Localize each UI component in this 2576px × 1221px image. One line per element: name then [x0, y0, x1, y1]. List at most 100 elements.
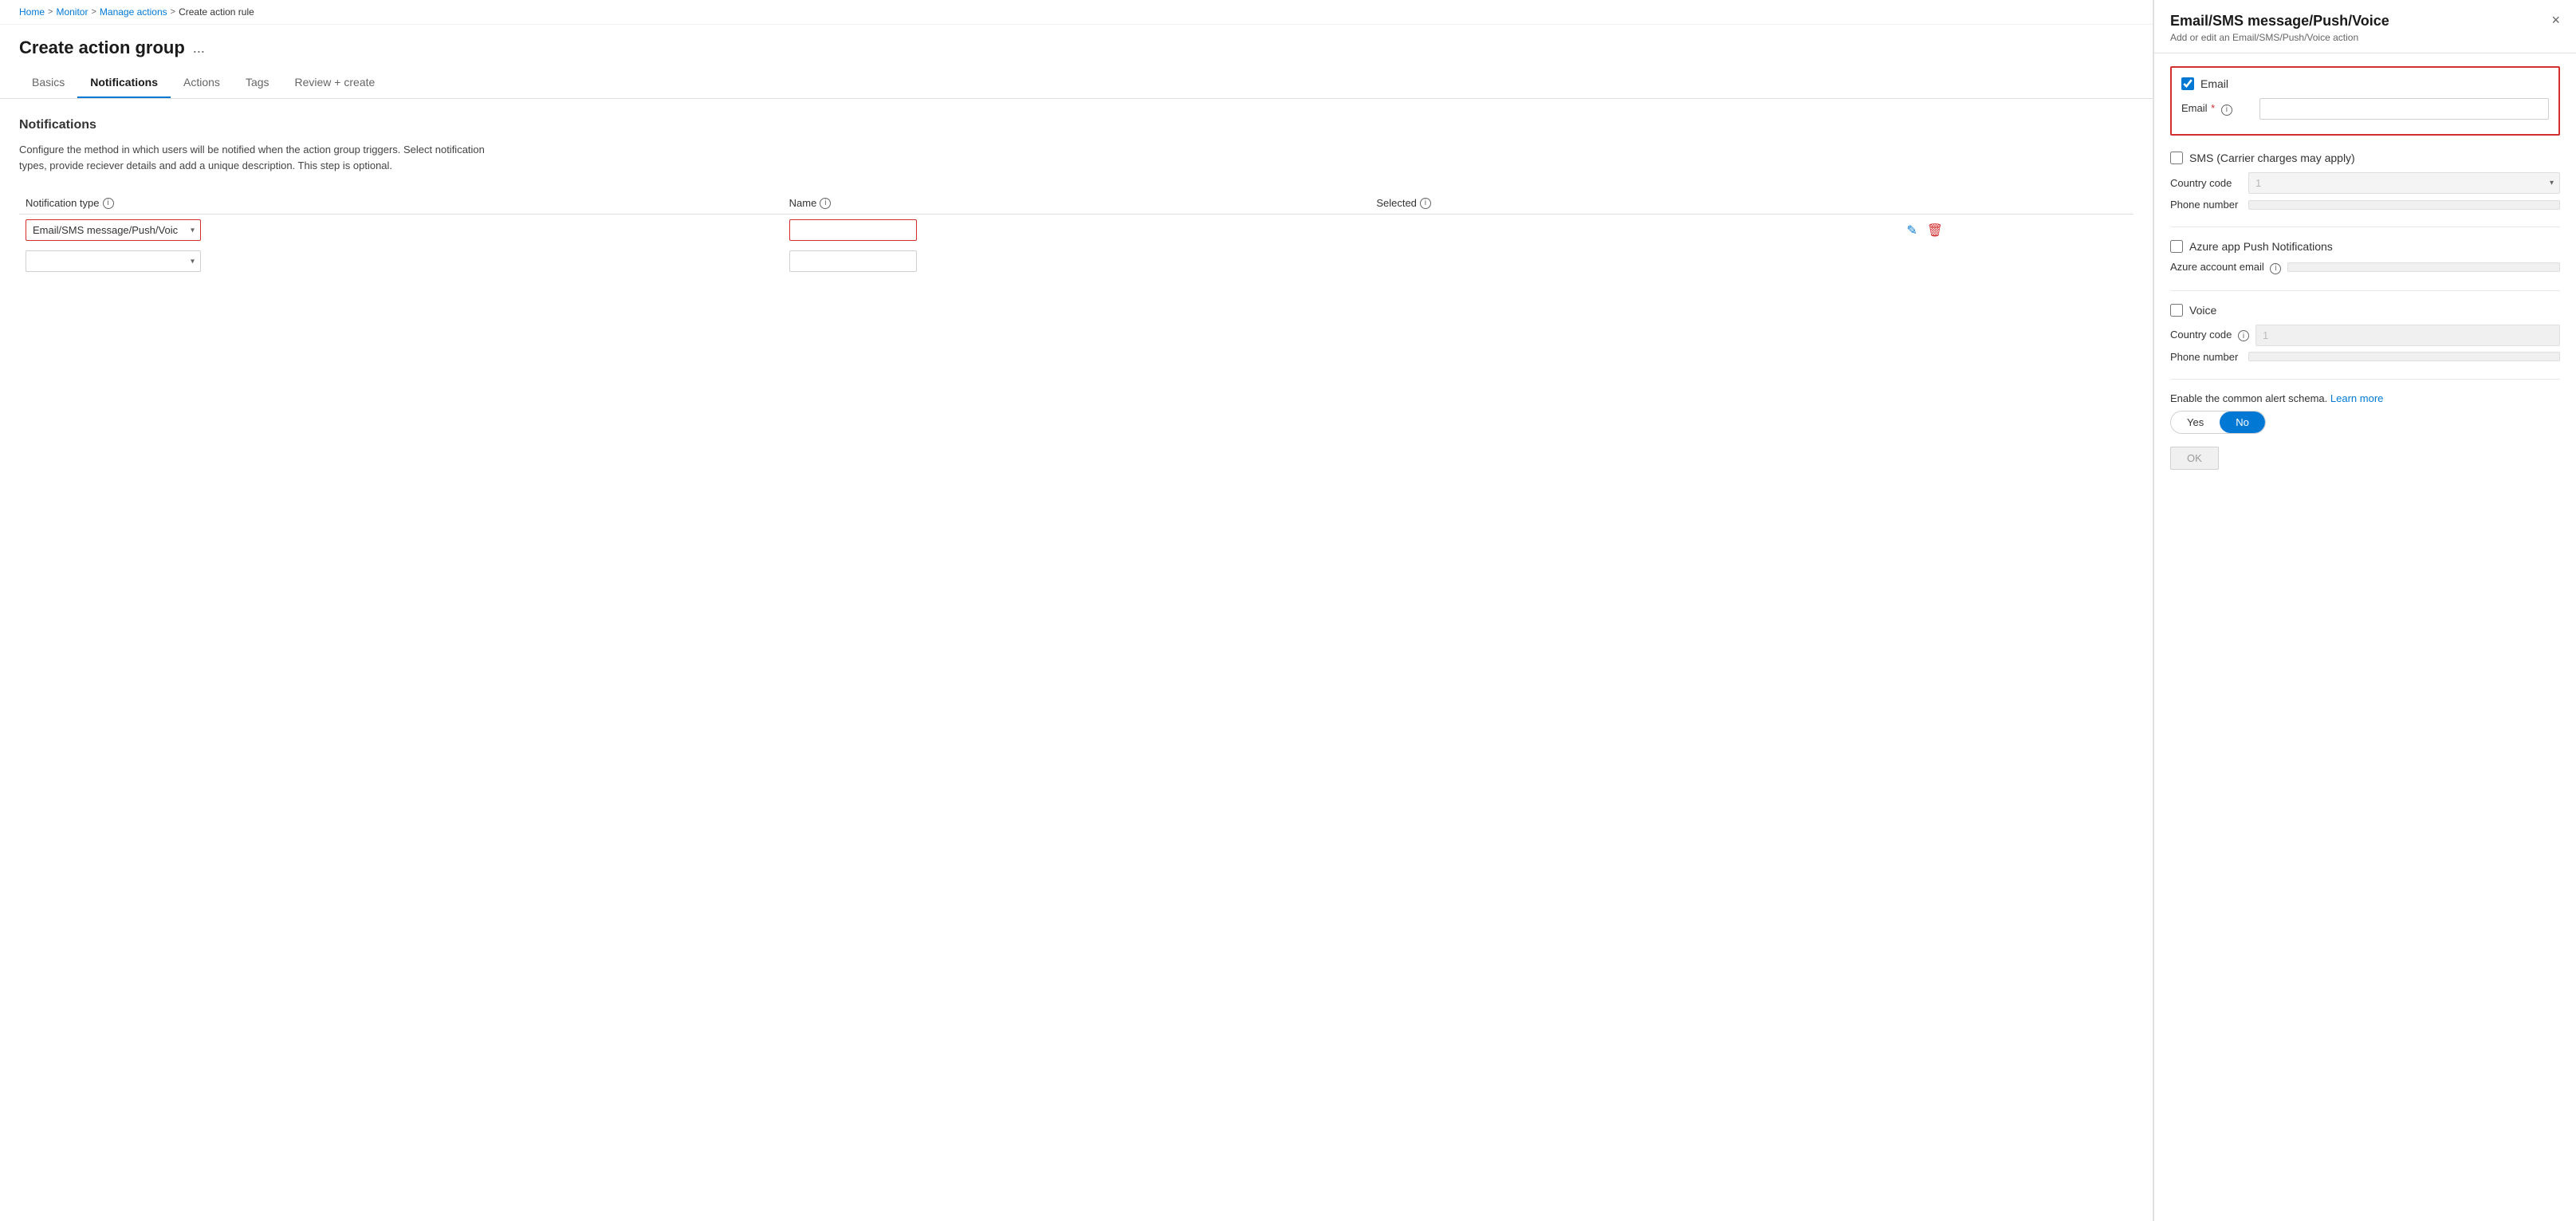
breadcrumb-home[interactable]: Home	[19, 6, 45, 18]
learn-more-link[interactable]: Learn more	[2330, 392, 2383, 404]
breadcrumb-sep-1: >	[48, 7, 53, 17]
sms-phone-label: Phone number	[2170, 199, 2242, 211]
edit-button-1[interactable]: ✎	[1905, 221, 1918, 240]
voice-country-input: 1	[2255, 325, 2560, 346]
voice-section: Voice Country code i 1 Phone number	[2170, 304, 2560, 363]
voice-checkbox-wrapper: Voice	[2170, 304, 2560, 317]
email-checkbox[interactable]	[2181, 77, 2194, 90]
tab-tags[interactable]: Tags	[233, 68, 282, 98]
divider-1	[2170, 226, 2560, 227]
sms-phone-row: Phone number	[2170, 199, 2560, 211]
type-info-icon[interactable]: i	[103, 198, 114, 209]
sms-checkbox[interactable]	[2170, 152, 2183, 164]
alert-schema-label: Enable the common alert schema. Learn mo…	[2170, 392, 2560, 404]
tab-notifications[interactable]: Notifications	[77, 68, 171, 98]
azure-push-checkbox-wrapper: Azure app Push Notifications	[2170, 240, 2560, 253]
notification-name-input-2[interactable]	[789, 250, 917, 272]
col-header-name: Name i	[783, 192, 1371, 215]
breadcrumb: Home > Monitor > Manage actions > Create…	[0, 0, 2153, 25]
notification-type-select[interactable]: Email/SMS message/Push/Voice Azure app P…	[26, 219, 201, 241]
azure-push-section: Azure app Push Notifications Azure accou…	[2170, 240, 2560, 274]
email-input[interactable]	[2259, 98, 2549, 120]
azure-push-checkbox[interactable]	[2170, 240, 2183, 253]
azure-email-label: Azure account email i	[2170, 261, 2281, 274]
actions-cell-1: ✎ 🗑	[1898, 215, 2134, 246]
email-field-label: Email * i	[2181, 102, 2253, 116]
tab-review-create[interactable]: Review + create	[282, 68, 388, 98]
name-cell-2	[783, 246, 1371, 277]
more-options-icon[interactable]: ...	[193, 40, 205, 57]
sms-checkbox-wrapper: SMS (Carrier charges may apply)	[2170, 152, 2560, 164]
email-field-info-icon[interactable]: i	[2221, 104, 2232, 116]
notifications-table: Notification type i Name i Selected	[19, 192, 2134, 277]
voice-country-row: Country code i 1	[2170, 325, 2560, 346]
toggle-yes-button[interactable]: Yes	[2171, 412, 2220, 433]
divider-3	[2170, 379, 2560, 380]
tabs-bar: Basics Notifications Actions Tags Review…	[0, 68, 2153, 99]
notification-name-input-1[interactable]	[789, 219, 917, 241]
section-description: Configure the method in which users will…	[19, 142, 513, 173]
voice-checkbox-label[interactable]: Voice	[2189, 304, 2216, 317]
name-info-icon[interactable]: i	[820, 198, 831, 209]
right-panel: Email/SMS message/Push/Voice Add or edit…	[2153, 0, 2576, 1221]
sms-country-row: Country code 1 ▾	[2170, 172, 2560, 194]
voice-phone-row: Phone number	[2170, 351, 2560, 363]
email-field-row: Email * i	[2181, 98, 2549, 120]
panel-header: Email/SMS message/Push/Voice Add or edit…	[2154, 0, 2576, 53]
actions-cell-2	[1898, 246, 2134, 277]
main-content: Notifications Configure the method in wh…	[0, 99, 2153, 1221]
email-checkbox-label[interactable]: Email	[2200, 77, 2228, 90]
col-header-actions	[1898, 192, 2134, 215]
panel-subtitle: Add or edit an Email/SMS/Push/Voice acti…	[2170, 32, 2389, 43]
voice-country-info-icon[interactable]: i	[2238, 330, 2249, 341]
table-row: Email/SMS message/Push/Voice ▾	[19, 246, 2134, 277]
alert-schema-section: Enable the common alert schema. Learn mo…	[2170, 392, 2560, 434]
type-cell-2: Email/SMS message/Push/Voice ▾	[19, 246, 783, 277]
page-header: Create action group ...	[0, 25, 2153, 58]
selected-info-icon[interactable]: i	[1420, 198, 1431, 209]
email-checkbox-wrapper: Email	[2181, 77, 2549, 90]
tab-basics[interactable]: Basics	[19, 68, 77, 98]
panel-title: Email/SMS message/Push/Voice	[2170, 13, 2389, 30]
delete-button-1[interactable]: 🗑	[1925, 221, 1945, 240]
col-header-type: Notification type i	[19, 192, 783, 215]
alert-schema-toggle: Yes No	[2170, 411, 2266, 434]
breadcrumb-manage-actions[interactable]: Manage actions	[100, 6, 167, 18]
divider-2	[2170, 290, 2560, 291]
section-title: Notifications	[19, 118, 2134, 132]
sms-checkbox-label[interactable]: SMS (Carrier charges may apply)	[2189, 152, 2355, 164]
azure-email-row: Azure account email i	[2170, 261, 2560, 274]
selected-cell-1	[1370, 215, 1898, 246]
voice-country-label: Country code i	[2170, 329, 2249, 342]
breadcrumb-sep-3: >	[171, 7, 175, 17]
tab-actions[interactable]: Actions	[171, 68, 233, 98]
azure-email-info-icon[interactable]: i	[2270, 263, 2281, 274]
sms-country-select[interactable]: 1	[2248, 172, 2560, 194]
toggle-no-button[interactable]: No	[2220, 412, 2265, 433]
breadcrumb-sep-2: >	[91, 7, 96, 17]
voice-phone-input	[2248, 352, 2560, 361]
notification-type-select-wrapper: Email/SMS message/Push/Voice Azure app P…	[26, 219, 201, 241]
voice-phone-label: Phone number	[2170, 351, 2242, 363]
table-row: Email/SMS message/Push/Voice Azure app P…	[19, 215, 2134, 246]
sms-section: SMS (Carrier charges may apply) Country …	[2170, 152, 2560, 211]
notification-type-select-wrapper-2: Email/SMS message/Push/Voice ▾	[26, 250, 201, 272]
ok-button[interactable]: OK	[2170, 447, 2219, 470]
type-cell-1: Email/SMS message/Push/Voice Azure app P…	[19, 215, 783, 246]
page-title: Create action group	[19, 37, 185, 58]
voice-checkbox[interactable]	[2170, 304, 2183, 317]
panel-content: Email Email * i SMS (Carrier charges may…	[2154, 53, 2576, 1221]
col-header-selected: Selected i	[1370, 192, 1898, 215]
sms-phone-input	[2248, 200, 2560, 210]
breadcrumb-current: Create action rule	[179, 6, 254, 18]
left-panel: Home > Monitor > Manage actions > Create…	[0, 0, 2153, 1221]
azure-push-checkbox-label[interactable]: Azure app Push Notifications	[2189, 240, 2333, 253]
notification-type-select-2[interactable]: Email/SMS message/Push/Voice	[26, 250, 201, 272]
close-button[interactable]: ×	[2551, 13, 2560, 27]
selected-cell-2	[1370, 246, 1898, 277]
name-cell-1	[783, 215, 1371, 246]
email-section: Email Email * i	[2170, 66, 2560, 136]
sms-country-label: Country code	[2170, 177, 2242, 189]
azure-email-input	[2287, 262, 2560, 272]
breadcrumb-monitor[interactable]: Monitor	[56, 6, 88, 18]
